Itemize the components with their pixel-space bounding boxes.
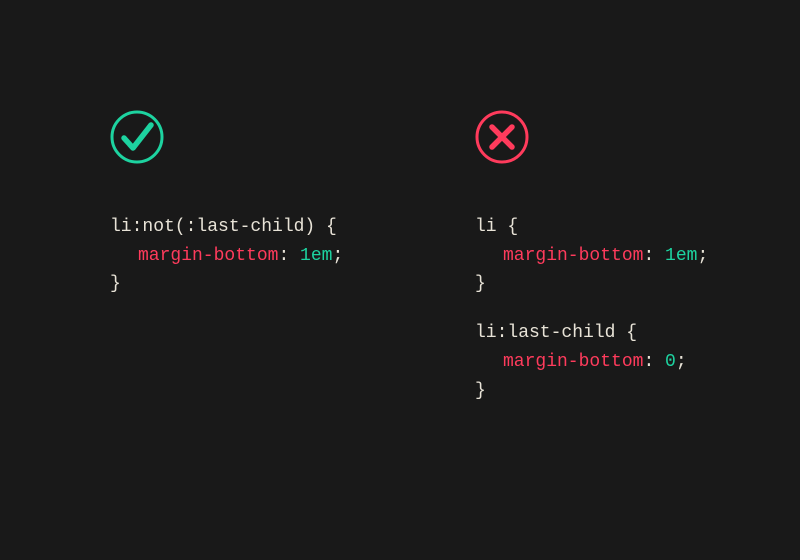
selector-text: li:last-child xyxy=(475,323,615,343)
property-text: margin-bottom xyxy=(138,246,278,266)
code-block-incorrect-1: li { margin-bottom: 1em; } xyxy=(475,213,800,299)
selector-text: li:not(:last-child) xyxy=(110,217,315,237)
cross-icon-wrap xyxy=(475,110,800,175)
check-icon xyxy=(110,110,164,164)
property-text: margin-bottom xyxy=(503,246,643,266)
value-text: 1em xyxy=(665,246,697,266)
cross-icon xyxy=(475,110,529,164)
comparison-container: li:not(:last-child) { margin-bottom: 1em… xyxy=(0,0,800,426)
value-text: 0 xyxy=(665,352,676,372)
value-text: 1em xyxy=(300,246,332,266)
correct-column: li:not(:last-child) { margin-bottom: 1em… xyxy=(0,110,435,426)
code-block-incorrect-2: li:last-child { margin-bottom: 0; } xyxy=(475,319,800,405)
check-icon-wrap xyxy=(110,110,435,175)
incorrect-column: li { margin-bottom: 1em; } li:last-child… xyxy=(435,110,800,426)
selector-text: li xyxy=(475,217,497,237)
property-text: margin-bottom xyxy=(503,352,643,372)
code-block-correct: li:not(:last-child) { margin-bottom: 1em… xyxy=(110,213,435,299)
